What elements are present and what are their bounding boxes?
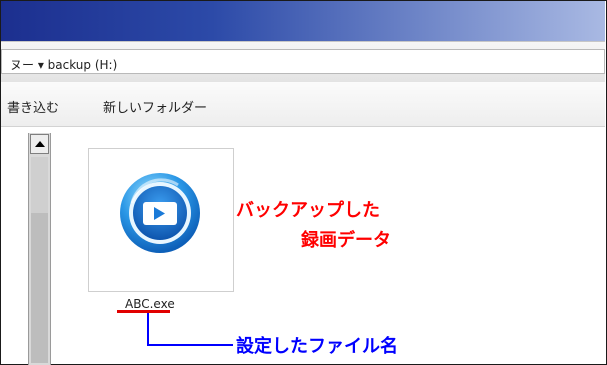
command-toolbar: 書き込む 新しいフォルダー (1, 82, 605, 127)
new-folder-button[interactable]: 新しいフォルダー (103, 97, 207, 116)
navigation-scrollbar[interactable] (28, 133, 51, 365)
burn-button[interactable]: 書き込む (7, 97, 59, 116)
scroll-up-arrow-icon[interactable] (30, 134, 49, 154)
scroll-thumb[interactable] (31, 213, 48, 363)
address-bar-area: ヌー ▾ backup (H:) (1, 41, 605, 83)
media-player-icon[interactable] (118, 171, 202, 255)
filename-underline (117, 310, 170, 313)
annotation-backup-line1: バックアップした (236, 200, 380, 221)
title-bar[interactable] (1, 1, 605, 41)
annotation-backup-line2: 録画データ (301, 230, 391, 251)
connector-line-horizontal (147, 344, 233, 346)
navigation-pane (1, 127, 28, 364)
annotation-filename-note: 設定したファイル名 (236, 336, 398, 357)
address-path[interactable]: ヌー ▾ backup (H:) (10, 56, 117, 73)
connector-line-vertical (147, 313, 149, 345)
file-name-label[interactable]: ABC.exe (125, 297, 175, 311)
address-field[interactable]: ヌー ▾ backup (H:) (1, 49, 605, 74)
